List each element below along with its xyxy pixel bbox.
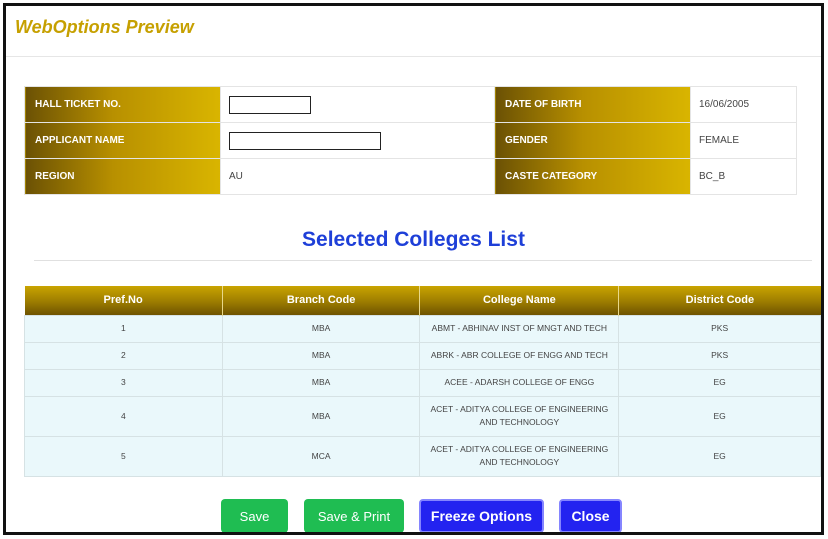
- branch-code-cell: MBA: [221, 341, 421, 370]
- preview-window: WebOptions Preview HALL TICKET NO. DATE …: [3, 3, 824, 535]
- hall-ticket-value: [229, 95, 311, 114]
- college-name-cell: ACEE - ADARSH COLLEGE OF ENGG: [419, 368, 620, 397]
- table-row: 3 MBA ACEE - ADARSH COLLEGE OF ENGG EG: [24, 368, 821, 397]
- pref-no-cell: 3: [24, 368, 223, 397]
- region-value: AU: [220, 158, 495, 195]
- page-title: WebOptions Preview: [15, 17, 194, 37]
- caste-label: CASTE CATEGORY: [494, 158, 691, 195]
- colleges-header-row: Pref.No Branch Code College Name Distric…: [24, 286, 821, 315]
- district-code-cell: PKS: [618, 341, 821, 370]
- header-pref-no: Pref.No: [24, 286, 223, 315]
- district-code-cell: EG: [618, 435, 821, 477]
- gender-label: GENDER: [494, 122, 691, 159]
- close-button[interactable]: Close: [559, 499, 622, 532]
- gender-value: FEMALE: [690, 122, 797, 159]
- branch-code-cell: MBA: [221, 314, 421, 343]
- hall-ticket-label: HALL TICKET NO.: [24, 86, 221, 123]
- branch-code-cell: MCA: [221, 435, 421, 477]
- college-name-cell: ABRK - ABR COLLEGE OF ENGG AND TECH: [419, 341, 620, 370]
- table-row: 5 MCA ACET - ADITYA COLLEGE OF ENGINEERI…: [24, 435, 821, 477]
- applicant-name-label: APPLICANT NAME: [24, 122, 221, 159]
- save-button[interactable]: Save: [221, 499, 288, 532]
- header-district-code: District Code: [618, 286, 821, 315]
- dob-value: 16/06/2005: [690, 86, 797, 123]
- pref-no-cell: 5: [24, 435, 223, 477]
- colleges-table: Pref.No Branch Code College Name Distric…: [24, 286, 821, 477]
- dob-label: DATE OF BIRTH: [494, 86, 691, 123]
- applicant-row-2: APPLICANT NAME GENDER FEMALE: [24, 122, 797, 159]
- save-print-button[interactable]: Save & Print: [304, 499, 404, 532]
- table-row: 4 MBA ACET - ADITYA COLLEGE OF ENGINEERI…: [24, 395, 821, 437]
- hall-ticket-cell: [220, 86, 495, 123]
- branch-code-cell: MBA: [221, 368, 421, 397]
- title-divider: [6, 56, 821, 57]
- pref-no-cell: 1: [24, 314, 223, 343]
- header-college-name: College Name: [419, 286, 620, 315]
- applicant-row-3: REGION AU CASTE CATEGORY BC_B: [24, 158, 797, 195]
- district-code-cell: EG: [618, 395, 821, 437]
- applicant-name-value: [229, 131, 381, 150]
- region-label: REGION: [24, 158, 221, 195]
- college-name-cell: ACET - ADITYA COLLEGE OF ENGINEERING AND…: [419, 395, 620, 437]
- table-row: 1 MBA ABMT - ABHINAV INST OF MNGT AND TE…: [24, 314, 821, 343]
- applicant-name-cell: [220, 122, 495, 159]
- freeze-options-button[interactable]: Freeze Options: [419, 499, 544, 532]
- header-branch-code: Branch Code: [222, 286, 421, 315]
- applicant-info-table: HALL TICKET NO. DATE OF BIRTH 16/06/2005…: [24, 86, 797, 195]
- table-row: 2 MBA ABRK - ABR COLLEGE OF ENGG AND TEC…: [24, 341, 821, 370]
- section-divider: [34, 260, 812, 261]
- branch-code-cell: MBA: [221, 395, 421, 437]
- selected-colleges-title: Selected Colleges List: [302, 228, 525, 251]
- district-code-cell: EG: [618, 368, 821, 397]
- pref-no-cell: 4: [24, 395, 223, 437]
- district-code-cell: PKS: [618, 314, 821, 343]
- applicant-row-1: HALL TICKET NO. DATE OF BIRTH 16/06/2005: [24, 86, 797, 123]
- caste-value: BC_B: [690, 158, 797, 195]
- college-name-cell: ACET - ADITYA COLLEGE OF ENGINEERING AND…: [419, 435, 620, 477]
- college-name-cell: ABMT - ABHINAV INST OF MNGT AND TECH: [419, 314, 620, 343]
- pref-no-cell: 2: [24, 341, 223, 370]
